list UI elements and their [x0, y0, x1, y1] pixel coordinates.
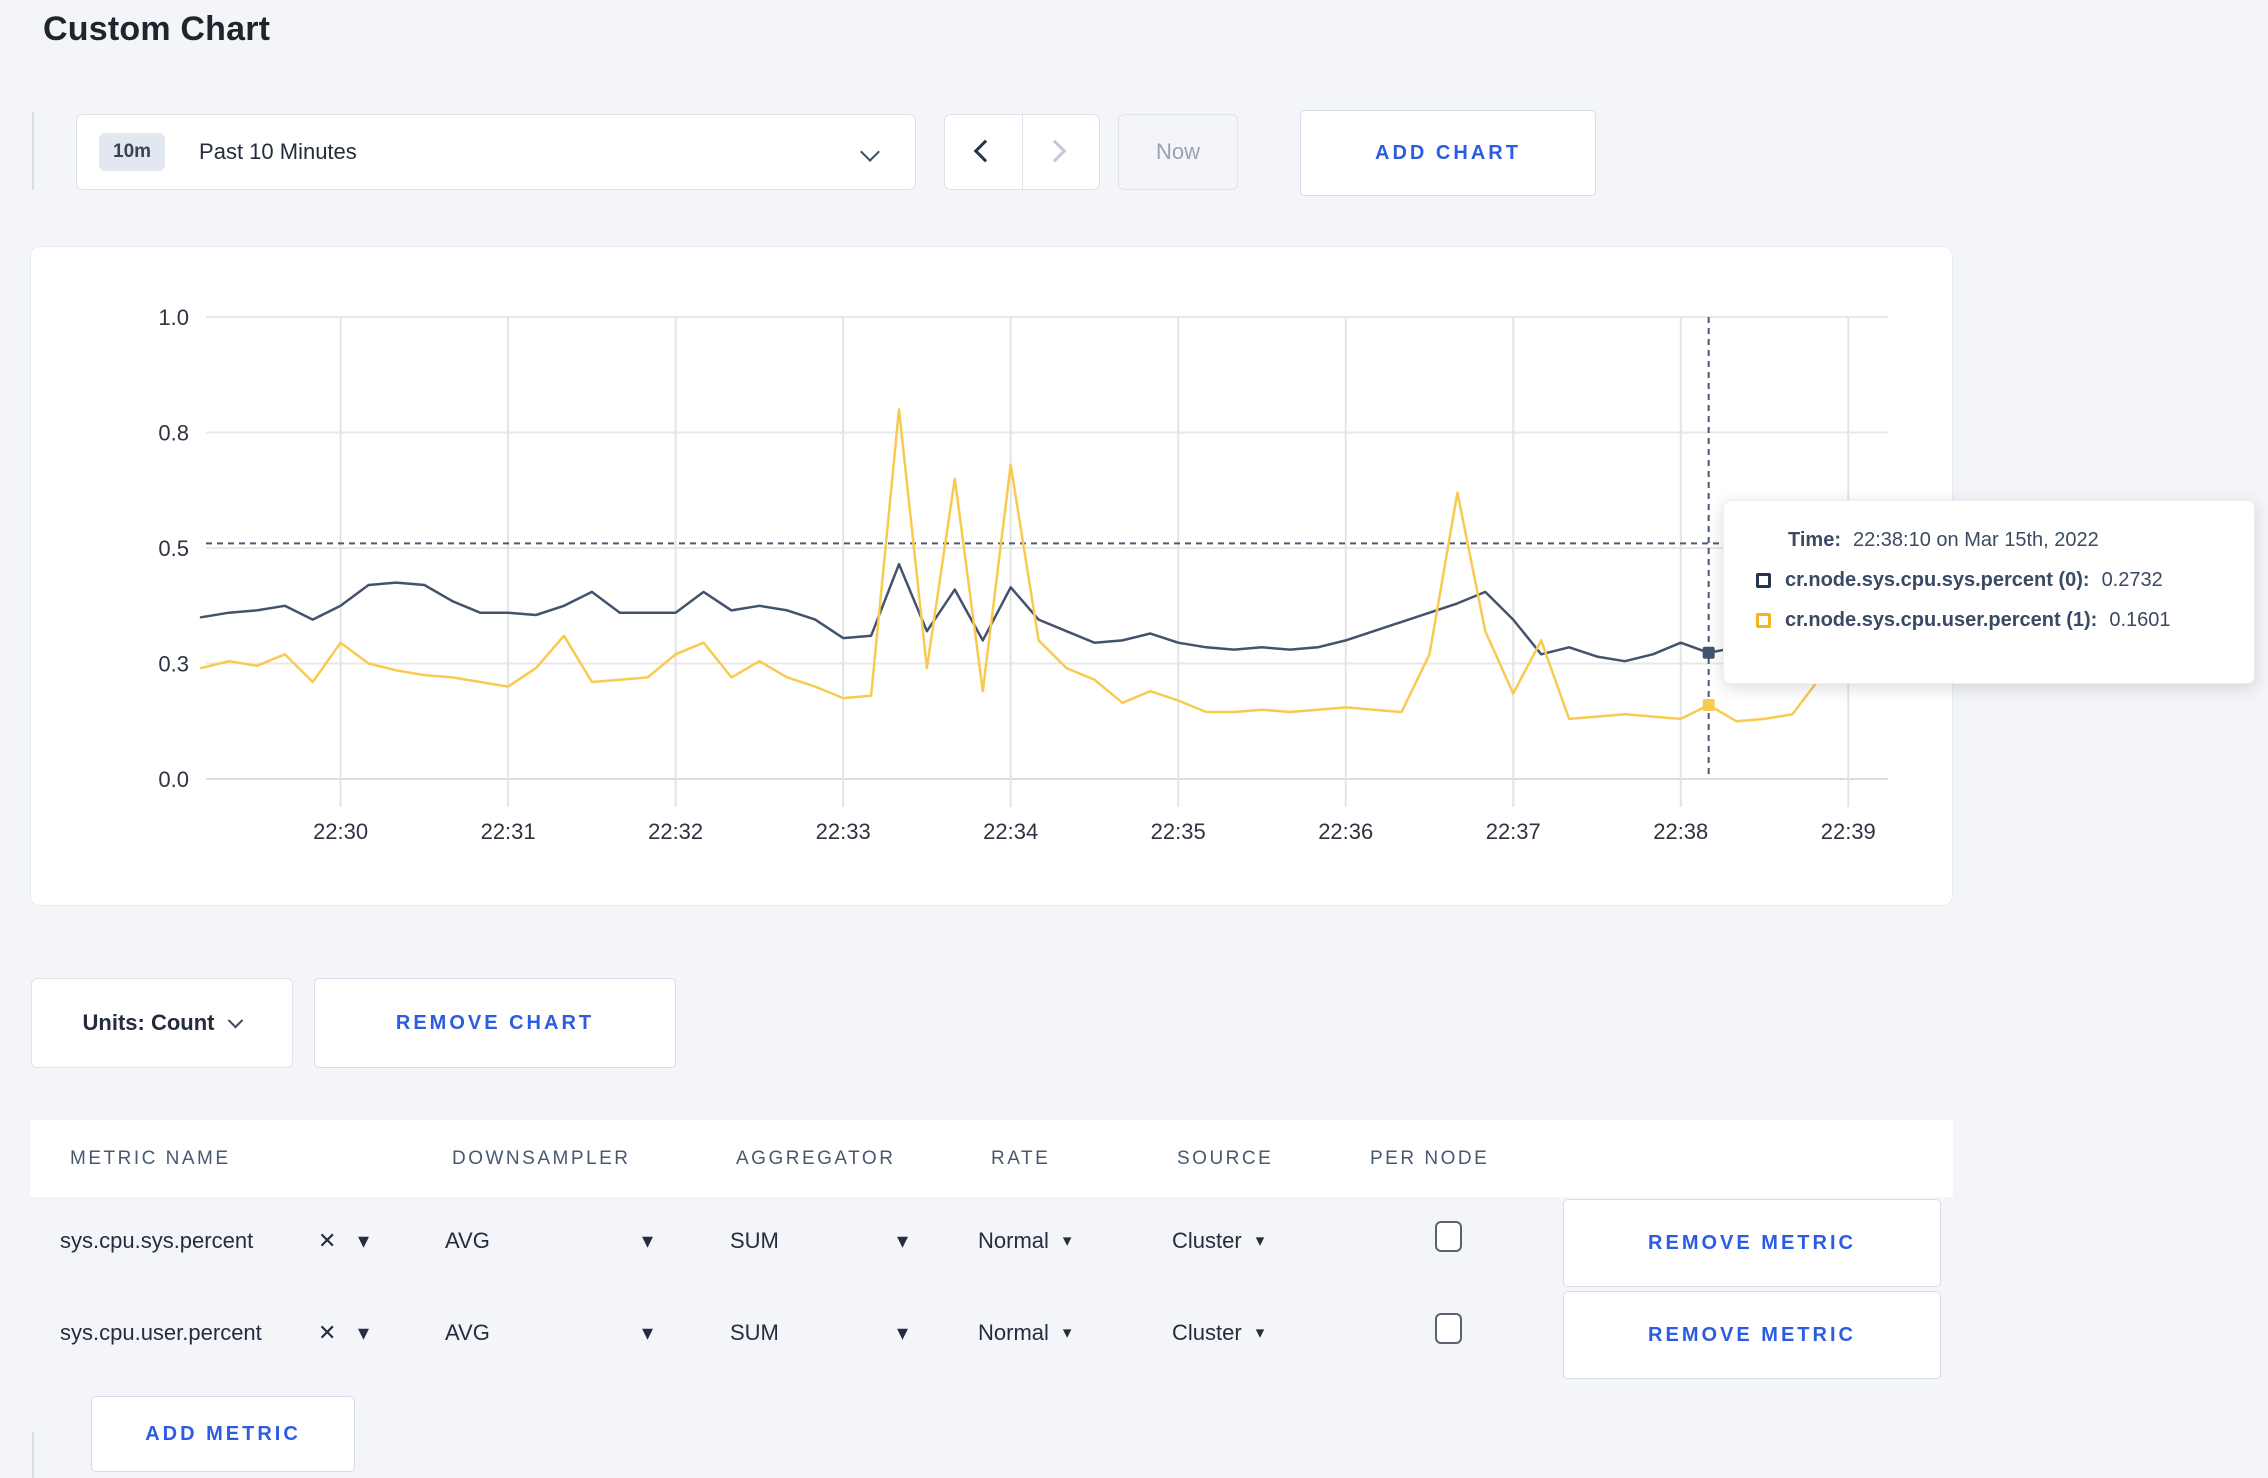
svg-text:1.0: 1.0 [158, 305, 189, 330]
aggregator-select[interactable]: SUM [730, 1228, 779, 1254]
rate-value: Normal [978, 1228, 1049, 1253]
svg-text:22:33: 22:33 [816, 819, 871, 844]
toolbar-left-divider [32, 112, 34, 190]
source-select[interactable]: Cluster ▾ [1172, 1228, 1264, 1254]
series-user-swatch-icon [1756, 613, 1771, 628]
tooltip-time-row: Time: 22:38:10 on Mar 15th, 2022 [1756, 529, 2254, 552]
chart-tooltip: Time: 22:38:10 on Mar 15th, 2022 cr.node… [1723, 500, 2255, 684]
svg-text:0.5: 0.5 [158, 536, 189, 561]
tooltip-series-user-label: cr.node.sys.cpu.user.percent (1): [1785, 609, 2098, 631]
caret-down-icon[interactable]: ▾ [358, 1228, 369, 1254]
tooltip-time-value: 22:38:10 on Mar 15th, 2022 [1852, 529, 2099, 551]
chevron-left-icon [973, 139, 997, 163]
metric-name-value[interactable]: sys.cpu.user.percent [60, 1320, 262, 1346]
metric-row: sys.cpu.user.percent ✕ ▾ AVG ▾ SUM ▾ Nor… [30, 1289, 1953, 1381]
aggregator-select[interactable]: SUM [730, 1320, 779, 1346]
rate-select[interactable]: Normal ▾ [978, 1228, 1071, 1254]
tooltip-time-label: Time: [1788, 529, 1841, 551]
caret-down-icon[interactable]: ▾ [897, 1320, 908, 1346]
add-metric-button[interactable]: ADD METRIC [91, 1396, 355, 1472]
rate-value: Normal [978, 1320, 1049, 1345]
caret-down-icon: ▾ [1062, 1231, 1072, 1250]
add-chart-button[interactable]: ADD CHART [1300, 110, 1596, 196]
prev-time-button[interactable] [945, 115, 1023, 189]
time-window-badge: 10m [99, 133, 166, 171]
chevron-down-icon [228, 1012, 244, 1028]
svg-text:22:34: 22:34 [983, 819, 1038, 844]
series-sys-swatch-icon [1756, 573, 1771, 588]
source-value: Cluster [1172, 1320, 1242, 1345]
tooltip-series-row: cr.node.sys.cpu.user.percent (1): 0.1601 [1756, 609, 2254, 632]
per-node-checkbox[interactable] [1435, 1313, 1462, 1344]
bottom-left-divider [32, 1432, 34, 1478]
tooltip-series-sys-label: cr.node.sys.cpu.sys.percent (0): [1785, 569, 2090, 591]
now-button[interactable]: Now [1118, 114, 1238, 190]
caret-down-icon: ▾ [1062, 1323, 1072, 1342]
header-rate: RATE [991, 1148, 1051, 1169]
metric-row: sys.cpu.sys.percent ✕ ▾ AVG ▾ SUM ▾ Norm… [30, 1197, 1953, 1289]
caret-down-icon[interactable]: ▾ [642, 1228, 653, 1254]
caret-down-icon[interactable]: ▾ [358, 1320, 369, 1346]
units-selector[interactable]: Units: Count [31, 978, 293, 1068]
svg-text:0.0: 0.0 [158, 767, 189, 792]
remove-metric-button[interactable]: REMOVE METRIC [1563, 1291, 1941, 1379]
svg-text:22:31: 22:31 [481, 819, 536, 844]
metrics-table-header: METRIC NAME DOWNSAMPLER AGGREGATOR RATE … [30, 1120, 1953, 1197]
time-pager [944, 114, 1100, 190]
caret-down-icon[interactable]: ▾ [897, 1228, 908, 1254]
svg-text:22:35: 22:35 [1151, 819, 1206, 844]
time-window-selector[interactable]: 10m Past 10 Minutes [76, 114, 916, 190]
tooltip-series-user-value: 0.1601 [2109, 609, 2171, 631]
timeseries-chart[interactable]: 0.0 0.3 0.5 0.8 1.0 22:30 22:31 22:32 22:33 22:34… [31, 247, 1954, 907]
svg-text:22:37: 22:37 [1486, 819, 1541, 844]
chevron-right-icon [1043, 139, 1066, 163]
per-node-checkbox[interactable] [1435, 1221, 1462, 1252]
chart-panel: 0.0 0.3 0.5 0.8 1.0 22:30 22:31 22:32 22:33 22:34… [30, 246, 1953, 906]
remove-chart-button[interactable]: REMOVE CHART [314, 978, 676, 1068]
next-time-button[interactable] [1023, 115, 1100, 189]
metric-name-value[interactable]: sys.cpu.sys.percent [60, 1228, 253, 1254]
svg-text:22:36: 22:36 [1318, 819, 1373, 844]
units-label: Units: Count [82, 1010, 215, 1035]
downsampler-select[interactable]: AVG [445, 1228, 490, 1254]
time-window-label: Past 10 Minutes [199, 139, 357, 164]
page-title: Custom Chart [43, 10, 271, 48]
caret-down-icon: ▾ [1255, 1231, 1265, 1250]
svg-text:0.3: 0.3 [158, 652, 189, 677]
close-icon[interactable]: ✕ [318, 1320, 336, 1346]
remove-metric-button[interactable]: REMOVE METRIC [1563, 1199, 1941, 1287]
header-aggregator: AGGREGATOR [736, 1148, 896, 1169]
tooltip-series-row: cr.node.sys.cpu.sys.percent (0): 0.2732 [1756, 569, 2254, 592]
downsampler-select[interactable]: AVG [445, 1320, 490, 1346]
chevron-down-icon [860, 142, 880, 162]
rate-select[interactable]: Normal ▾ [978, 1320, 1071, 1346]
header-metric-name: METRIC NAME [70, 1148, 231, 1169]
caret-down-icon[interactable]: ▾ [642, 1320, 653, 1346]
source-select[interactable]: Cluster ▾ [1172, 1320, 1264, 1346]
svg-text:22:32: 22:32 [648, 819, 703, 844]
caret-down-icon: ▾ [1255, 1323, 1265, 1342]
header-downsampler: DOWNSAMPLER [452, 1148, 631, 1169]
svg-text:22:39: 22:39 [1821, 819, 1876, 844]
svg-text:0.8: 0.8 [158, 421, 189, 446]
source-value: Cluster [1172, 1228, 1242, 1253]
header-per-node: PER NODE [1370, 1148, 1490, 1169]
svg-text:22:38: 22:38 [1653, 819, 1708, 844]
header-source: SOURCE [1177, 1148, 1274, 1169]
close-icon[interactable]: ✕ [318, 1228, 336, 1254]
svg-text:22:30: 22:30 [313, 819, 368, 844]
tooltip-series-sys-value: 0.2732 [2101, 569, 2163, 591]
